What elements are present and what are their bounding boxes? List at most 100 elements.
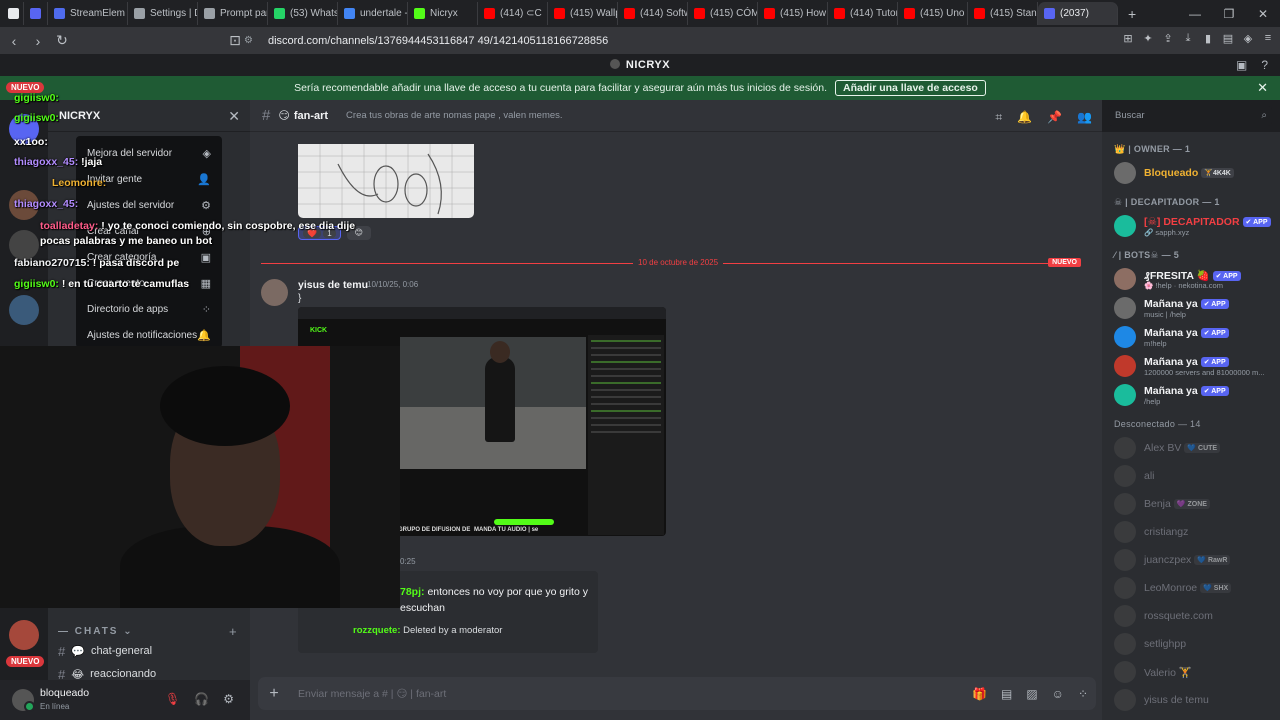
pin-icon[interactable]: 📌	[1047, 110, 1062, 125]
browser-tab[interactable]	[24, 2, 48, 25]
minimize-icon[interactable]: —	[1178, 7, 1212, 21]
help-icon[interactable]: ?	[1261, 58, 1268, 72]
avatar	[1114, 549, 1136, 571]
server-header[interactable]: NICRYX ✕	[48, 100, 250, 132]
browser-tab[interactable]: Settings | D	[128, 2, 198, 25]
wallet-icon[interactable]: ▤	[1222, 32, 1234, 45]
reload-icon[interactable]: ↻	[52, 32, 72, 49]
tab-favicon-icon	[54, 8, 65, 19]
mic-muted-icon[interactable]: 🎙	[165, 692, 180, 706]
browser-tab[interactable]: (414) Tutor	[828, 2, 898, 25]
avatar[interactable]	[12, 689, 35, 712]
browser-tab[interactable]: (414) Softw	[618, 2, 688, 25]
member-row[interactable]: juanczpex 💙 RawR	[1114, 547, 1276, 573]
browser-tab[interactable]: (415) How	[758, 2, 828, 25]
browser-tab[interactable]: (415) Wallp	[548, 2, 618, 25]
back-icon[interactable]: ‹	[4, 33, 24, 49]
member-name: [☠] DECAPITADOR ✔ APP	[1144, 216, 1271, 228]
browser-tab[interactable]: Nicryx	[408, 2, 478, 25]
emoji-icon[interactable]: ☺	[1052, 687, 1064, 701]
browser-tab[interactable]: (53) Whats	[268, 2, 338, 25]
add-passkey-button[interactable]: Añadir una llave de acceso	[835, 80, 986, 96]
add-channel-icon[interactable]: +	[229, 624, 237, 639]
member-row[interactable]: Valerio 🏋	[1114, 659, 1276, 685]
search-input[interactable]: Buscar ⌕	[1108, 106, 1272, 126]
close-menu-icon[interactable]: ✕	[228, 108, 240, 125]
sidebar-icon[interactable]: ▮	[1202, 32, 1214, 45]
extension-icon[interactable]: ✦	[1142, 32, 1154, 45]
inbox-icon[interactable]: ▣	[1236, 58, 1247, 72]
download-icon[interactable]: ⤓	[1182, 32, 1194, 45]
browser-tab[interactable]: (2037)	[1038, 2, 1118, 25]
member-row[interactable]: cristiangz	[1114, 519, 1276, 545]
user-status: En línea	[40, 702, 70, 711]
menu-item[interactable]: Ajustes del servidor ⚙	[76, 192, 222, 218]
server-icon[interactable]	[9, 230, 39, 260]
browser-tab[interactable]	[2, 2, 24, 25]
member-row[interactable]: rossquete.com	[1114, 603, 1276, 629]
members-icon[interactable]: 👥	[1077, 110, 1092, 125]
member-row[interactable]: Mañana ya ✔ APP 1200000 servers and 810000…	[1114, 353, 1276, 379]
member-status: /help	[1144, 397, 1161, 406]
browser-tab[interactable]: (415) Stan	[968, 2, 1038, 25]
attach-icon[interactable]: +	[258, 685, 290, 703]
message-input[interactable]: + Enviar mensaje a # | 😏 | fan-art 🎁 ▤ ▨…	[258, 677, 1096, 710]
browser-tab[interactable]: undertale -	[338, 2, 408, 25]
vpn-icon[interactable]: ◈	[1242, 32, 1254, 45]
site-info-icon[interactable]: ⚙	[244, 35, 256, 46]
chat-line	[591, 431, 661, 433]
member-row[interactable]: yisus de temu	[1114, 687, 1276, 713]
close-banner-icon[interactable]: ✕	[1257, 80, 1268, 96]
server-icon[interactable]	[9, 620, 39, 650]
sticker-icon[interactable]: ▨	[1026, 687, 1037, 701]
message-author[interactable]: yisus de temu	[298, 279, 368, 291]
apps-icon[interactable]: ⁘	[1078, 687, 1088, 701]
user-info[interactable]: bloqueado En línea	[40, 688, 89, 712]
browser-tab[interactable]: (414) ⊂C	[478, 2, 548, 25]
avatar[interactable]	[261, 279, 288, 306]
gift-icon[interactable]: 🎁	[972, 687, 987, 701]
menu-item[interactable]: Directorio de apps ⁘	[76, 296, 222, 322]
server-icon[interactable]	[9, 295, 39, 325]
tab-favicon-icon	[204, 8, 215, 19]
tab-title: Nicryx	[430, 8, 458, 19]
new-tab-icon[interactable]: +	[1128, 6, 1136, 22]
translate-icon[interactable]: ⊞	[1122, 32, 1134, 45]
browser-tab[interactable]: (415) Uno	[898, 2, 968, 25]
channel-item[interactable]: # 💬 chat-general	[58, 641, 152, 661]
tab-title: Prompt par	[220, 8, 268, 19]
member-row[interactable]: setlighpp	[1114, 631, 1276, 657]
url-field[interactable]: ⚙ discord.com/channels/1376944453116847 …	[244, 31, 962, 50]
category-chats[interactable]: — CHATS ⌄	[58, 626, 134, 637]
member-row[interactable]: Alex BV 💙 CUTE	[1114, 435, 1276, 461]
member-row[interactable]: ₰FRESITA 🍓 ✔ APP 🌸 !help · nekotina.com	[1114, 266, 1276, 292]
input-icons: 🎁 ▤ ▨ ☺ ⁘	[972, 687, 1088, 701]
headphones-icon[interactable]: 🎧	[194, 692, 209, 706]
bookmark-icon[interactable]: ⊡	[225, 32, 245, 49]
member-row[interactable]: Mañana ya ✔ APP/help	[1114, 382, 1276, 408]
member-row[interactable]: [☠] DECAPITADOR ✔ APP 🔗 sapph.xyz	[1114, 213, 1276, 239]
member-row[interactable]: Mañana ya ✔ APP music | /help	[1114, 295, 1276, 321]
member-row[interactable]: LeoMonroe 💙 SHX	[1114, 575, 1276, 601]
share-icon[interactable]: ⇪	[1162, 32, 1174, 45]
forward-icon[interactable]: ›	[28, 33, 48, 49]
channel-topic[interactable]: Crea tus obras de arte nomas pape , vale…	[346, 110, 563, 121]
member-row[interactable]: Mañana ya ✔ APP m!help	[1114, 324, 1276, 350]
browser-tab[interactable]: (415) CÓM	[688, 2, 758, 25]
close-window-icon[interactable]: ✕	[1246, 7, 1280, 21]
browser-tab[interactable]: StreamElem	[48, 2, 128, 25]
browser-tab[interactable]: Prompt par	[198, 2, 268, 25]
gif-icon[interactable]: ▤	[1001, 687, 1012, 701]
menu-icon[interactable]: ≡	[1262, 32, 1274, 45]
member-row[interactable]: Bloqueado 🏋4K4K	[1114, 160, 1276, 186]
fan-art-image[interactable]	[298, 144, 474, 218]
settings-icon[interactable]: ⚙	[223, 692, 234, 706]
bell-icon[interactable]: 🔔	[1017, 110, 1032, 125]
stream-chat-line: gigiisw0:	[14, 112, 59, 124]
member-row[interactable]: ali	[1114, 463, 1276, 489]
restore-icon[interactable]: ❐	[1212, 7, 1246, 21]
member-name-text: [☠] DECAPITADOR	[1144, 216, 1240, 228]
threads-icon[interactable]: ⌗	[995, 110, 1002, 125]
menu-item[interactable]: Ajustes de notificaciones 🔔	[76, 322, 222, 348]
member-row[interactable]: Benja 💜 ZONE	[1114, 491, 1276, 517]
